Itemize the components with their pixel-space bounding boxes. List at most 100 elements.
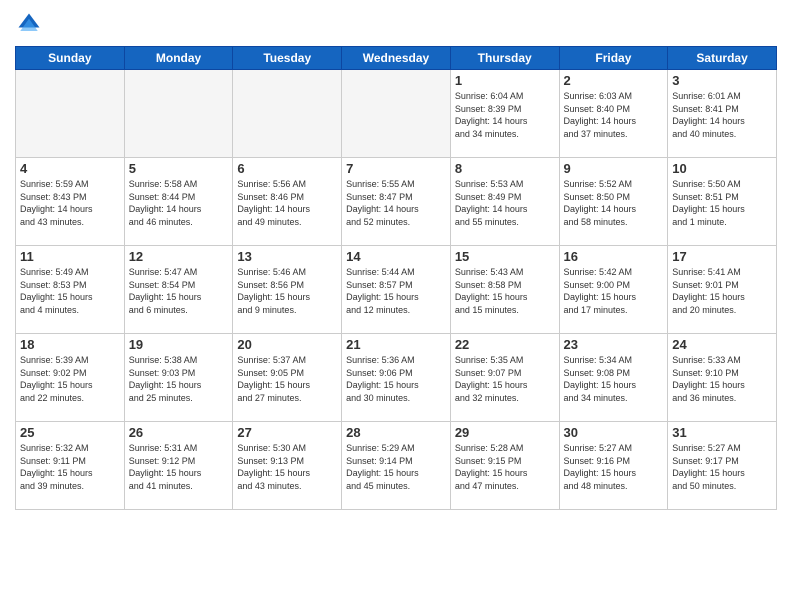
calendar-cell: 24 Sunrise: 5:33 AM Sunset: 9:10 PM Dayli… (668, 334, 777, 422)
day-info: Sunrise: 5:28 AM Sunset: 9:15 PM Dayligh… (455, 442, 555, 492)
day-info: Sunrise: 5:27 AM Sunset: 9:17 PM Dayligh… (672, 442, 772, 492)
calendar-cell: 22 Sunrise: 5:35 AM Sunset: 9:07 PM Dayli… (450, 334, 559, 422)
day-number: 21 (346, 337, 446, 352)
day-info: Sunrise: 5:34 AM Sunset: 9:08 PM Dayligh… (564, 354, 664, 404)
day-number: 26 (129, 425, 229, 440)
calendar-table: SundayMondayTuesdayWednesdayThursdayFrid… (15, 46, 777, 510)
calendar-cell: 31 Sunrise: 5:27 AM Sunset: 9:17 PM Dayli… (668, 422, 777, 510)
day-number: 1 (455, 73, 555, 88)
day-header-thursday: Thursday (450, 47, 559, 70)
calendar-cell: 10 Sunrise: 5:50 AM Sunset: 8:51 PM Dayli… (668, 158, 777, 246)
calendar-cell: 4 Sunrise: 5:59 AM Sunset: 8:43 PM Daylig… (16, 158, 125, 246)
day-header-friday: Friday (559, 47, 668, 70)
day-info: Sunrise: 6:03 AM Sunset: 8:40 PM Dayligh… (564, 90, 664, 140)
calendar-cell: 29Sunrise: 5:28 AM Sunset: 9:15 PM Dayli… (450, 422, 559, 510)
calendar-cell: 1Sunrise: 6:04 AM Sunset: 8:39 PM Daylig… (450, 70, 559, 158)
calendar-cell: 21 Sunrise: 5:36 AM Sunset: 9:06 PM Dayli… (342, 334, 451, 422)
day-number: 4 (20, 161, 120, 176)
day-number: 12 (129, 249, 229, 264)
day-number: 20 (237, 337, 337, 352)
day-info: Sunrise: 5:50 AM Sunset: 8:51 PM Dayligh… (672, 178, 772, 228)
day-number: 31 (672, 425, 772, 440)
logo (15, 10, 47, 38)
calendar-cell: 19 Sunrise: 5:38 AM Sunset: 9:03 PM Dayli… (124, 334, 233, 422)
calendar-cell: 3 Sunrise: 6:01 AM Sunset: 8:41 PM Daylig… (668, 70, 777, 158)
calendar-page: SundayMondayTuesdayWednesdayThursdayFrid… (0, 0, 792, 520)
week-row-4: 18Sunrise: 5:39 AM Sunset: 9:02 PM Dayli… (16, 334, 777, 422)
logo-icon (15, 10, 43, 38)
calendar-cell: 30Sunrise: 5:27 AM Sunset: 9:16 PM Dayli… (559, 422, 668, 510)
day-number: 24 (672, 337, 772, 352)
calendar-cell: 20 Sunrise: 5:37 AM Sunset: 9:05 PM Dayli… (233, 334, 342, 422)
day-number: 11 (20, 249, 120, 264)
day-info: Sunrise: 5:47 AM Sunset: 8:54 PM Dayligh… (129, 266, 229, 316)
day-info: Sunrise: 5:29 AM Sunset: 9:14 PM Dayligh… (346, 442, 446, 492)
day-number: 19 (129, 337, 229, 352)
day-header-row: SundayMondayTuesdayWednesdayThursdayFrid… (16, 47, 777, 70)
day-info: Sunrise: 6:01 AM Sunset: 8:41 PM Dayligh… (672, 90, 772, 140)
calendar-cell: 27Sunrise: 5:30 AM Sunset: 9:13 PM Dayli… (233, 422, 342, 510)
day-info: Sunrise: 5:41 AM Sunset: 9:01 PM Dayligh… (672, 266, 772, 316)
calendar-cell: 7 Sunrise: 5:55 AM Sunset: 8:47 PM Daylig… (342, 158, 451, 246)
calendar-cell: 5Sunrise: 5:58 AM Sunset: 8:44 PM Daylig… (124, 158, 233, 246)
calendar-cell: 8Sunrise: 5:53 AM Sunset: 8:49 PM Daylig… (450, 158, 559, 246)
calendar-cell: 26 Sunrise: 5:31 AM Sunset: 9:12 PM Dayli… (124, 422, 233, 510)
calendar-cell (342, 70, 451, 158)
day-number: 23 (564, 337, 664, 352)
day-number: 30 (564, 425, 664, 440)
day-info: Sunrise: 5:53 AM Sunset: 8:49 PM Dayligh… (455, 178, 555, 228)
day-info: Sunrise: 5:42 AM Sunset: 9:00 PM Dayligh… (564, 266, 664, 316)
calendar-cell: 6 Sunrise: 5:56 AM Sunset: 8:46 PM Daylig… (233, 158, 342, 246)
day-number: 18 (20, 337, 120, 352)
calendar-cell: 13 Sunrise: 5:46 AM Sunset: 8:56 PM Dayli… (233, 246, 342, 334)
day-info: Sunrise: 5:59 AM Sunset: 8:43 PM Dayligh… (20, 178, 120, 228)
calendar-cell: 15 Sunrise: 5:43 AM Sunset: 8:58 PM Dayli… (450, 246, 559, 334)
calendar-cell: 12 Sunrise: 5:47 AM Sunset: 8:54 PM Dayli… (124, 246, 233, 334)
week-row-5: 25 Sunrise: 5:32 AM Sunset: 9:11 PM Dayli… (16, 422, 777, 510)
day-info: Sunrise: 5:55 AM Sunset: 8:47 PM Dayligh… (346, 178, 446, 228)
day-info: Sunrise: 5:30 AM Sunset: 9:13 PM Dayligh… (237, 442, 337, 492)
week-row-2: 4 Sunrise: 5:59 AM Sunset: 8:43 PM Daylig… (16, 158, 777, 246)
day-number: 7 (346, 161, 446, 176)
day-header-wednesday: Wednesday (342, 47, 451, 70)
calendar-cell (124, 70, 233, 158)
day-info: Sunrise: 5:35 AM Sunset: 9:07 PM Dayligh… (455, 354, 555, 404)
day-number: 10 (672, 161, 772, 176)
calendar-cell: 11Sunrise: 5:49 AM Sunset: 8:53 PM Dayli… (16, 246, 125, 334)
day-header-sunday: Sunday (16, 47, 125, 70)
calendar-cell: 17 Sunrise: 5:41 AM Sunset: 9:01 PM Dayli… (668, 246, 777, 334)
day-number: 6 (237, 161, 337, 176)
day-info: Sunrise: 5:33 AM Sunset: 9:10 PM Dayligh… (672, 354, 772, 404)
calendar-cell: 18Sunrise: 5:39 AM Sunset: 9:02 PM Dayli… (16, 334, 125, 422)
day-header-saturday: Saturday (668, 47, 777, 70)
day-number: 9 (564, 161, 664, 176)
day-number: 17 (672, 249, 772, 264)
day-number: 15 (455, 249, 555, 264)
day-info: Sunrise: 5:43 AM Sunset: 8:58 PM Dayligh… (455, 266, 555, 316)
calendar-cell: 9 Sunrise: 5:52 AM Sunset: 8:50 PM Daylig… (559, 158, 668, 246)
calendar-cell: 14 Sunrise: 5:44 AM Sunset: 8:57 PM Dayli… (342, 246, 451, 334)
day-info: Sunrise: 5:44 AM Sunset: 8:57 PM Dayligh… (346, 266, 446, 316)
calendar-cell: 28 Sunrise: 5:29 AM Sunset: 9:14 PM Dayli… (342, 422, 451, 510)
day-number: 22 (455, 337, 555, 352)
day-info: Sunrise: 5:56 AM Sunset: 8:46 PM Dayligh… (237, 178, 337, 228)
day-info: Sunrise: 5:46 AM Sunset: 8:56 PM Dayligh… (237, 266, 337, 316)
day-number: 2 (564, 73, 664, 88)
day-info: Sunrise: 5:31 AM Sunset: 9:12 PM Dayligh… (129, 442, 229, 492)
day-info: Sunrise: 5:32 AM Sunset: 9:11 PM Dayligh… (20, 442, 120, 492)
calendar-cell (233, 70, 342, 158)
day-number: 14 (346, 249, 446, 264)
day-info: Sunrise: 5:38 AM Sunset: 9:03 PM Dayligh… (129, 354, 229, 404)
day-info: Sunrise: 5:37 AM Sunset: 9:05 PM Dayligh… (237, 354, 337, 404)
day-number: 3 (672, 73, 772, 88)
day-header-tuesday: Tuesday (233, 47, 342, 70)
day-number: 25 (20, 425, 120, 440)
calendar-cell: 16 Sunrise: 5:42 AM Sunset: 9:00 PM Dayli… (559, 246, 668, 334)
day-number: 16 (564, 249, 664, 264)
day-number: 13 (237, 249, 337, 264)
day-info: Sunrise: 5:52 AM Sunset: 8:50 PM Dayligh… (564, 178, 664, 228)
day-info: Sunrise: 5:36 AM Sunset: 9:06 PM Dayligh… (346, 354, 446, 404)
header (15, 10, 777, 38)
calendar-cell: 23 Sunrise: 5:34 AM Sunset: 9:08 PM Dayli… (559, 334, 668, 422)
day-number: 28 (346, 425, 446, 440)
